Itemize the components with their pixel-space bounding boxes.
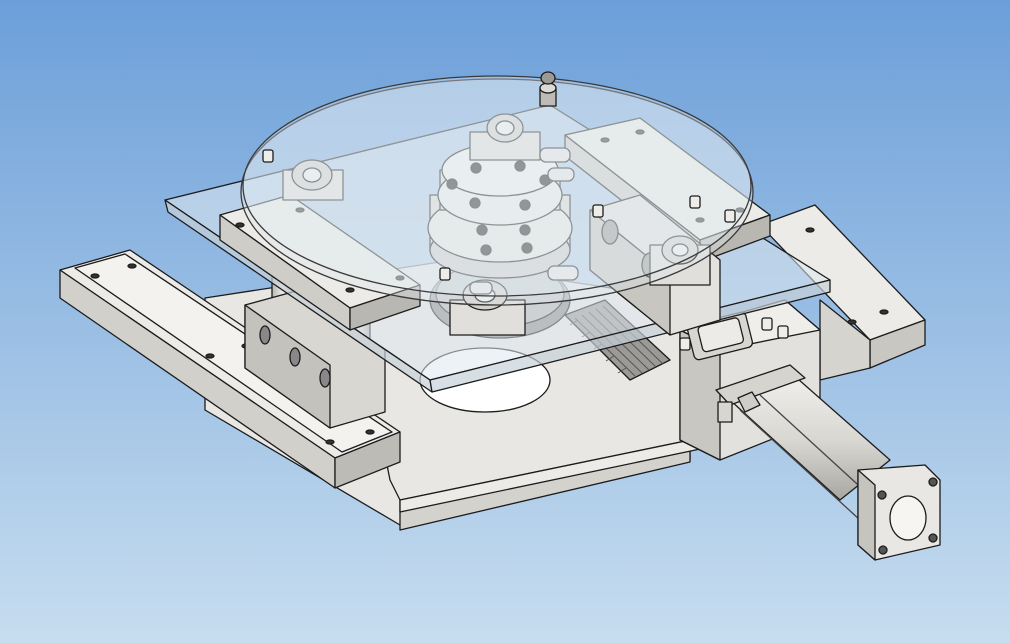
locating-pin [539, 71, 557, 107]
cad-model-scene[interactable] [0, 0, 1010, 643]
rotary-table-disc[interactable] [240, 75, 754, 306]
rotary-disc-top [242, 75, 752, 297]
cad-viewport[interactable] [0, 0, 1010, 643]
cylinder-port [889, 495, 927, 541]
